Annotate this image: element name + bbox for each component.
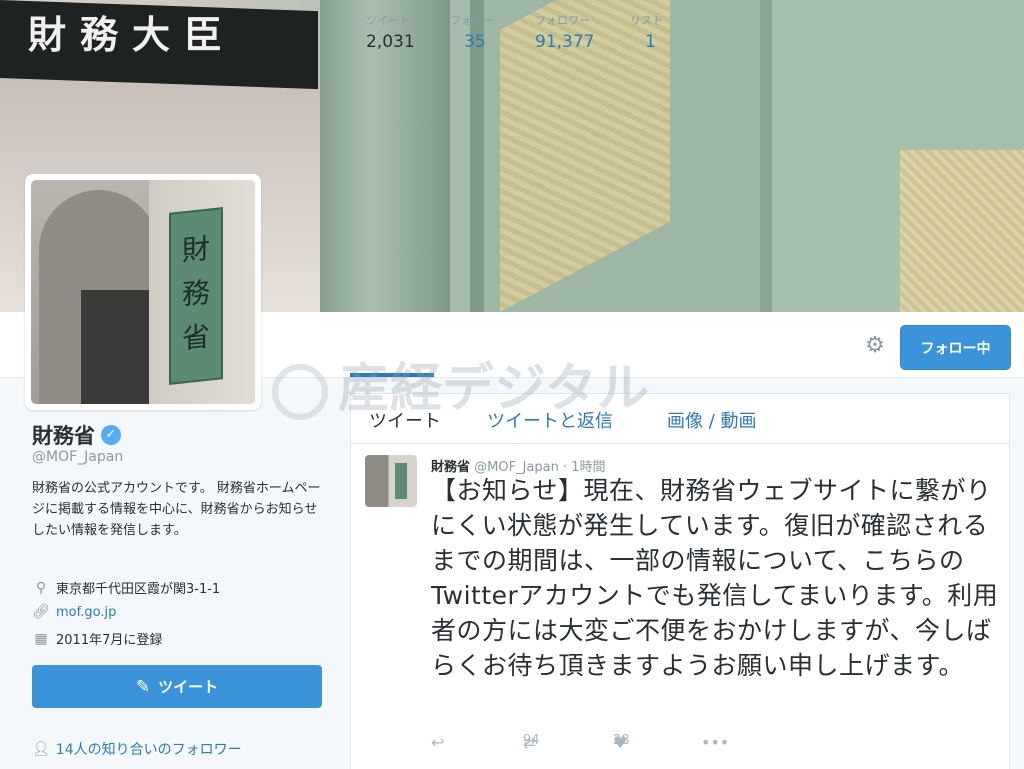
stat-following[interactable]: フォロー 35 — [450, 12, 494, 52]
stat-label: フォロー — [450, 14, 494, 27]
profile-url-link[interactable]: mof.go.jp — [56, 605, 116, 620]
joined-text: 2011年7月に登録 — [56, 633, 163, 648]
compose-tweet-icon: ✎ — [135, 676, 151, 697]
profile-name-text: 財務省 — [32, 424, 95, 448]
location-pin-icon: ⚲ — [35, 579, 47, 596]
avatar-plaque: 財務省 — [169, 207, 223, 385]
followers-you-know-text: 14人の知り合いのフォロワー — [55, 742, 242, 758]
person-icon: 👤︎ — [32, 741, 50, 757]
tab-tweets[interactable]: ツイート — [369, 407, 441, 433]
tweet-avatar-plaque — [395, 463, 407, 499]
stat-value: 1 — [645, 32, 656, 52]
tweet-avatar[interactable] — [365, 455, 417, 507]
avatar-doorway — [81, 290, 151, 404]
stat-label: フォロワー — [535, 14, 590, 27]
tweet[interactable]: 財務省 @MOF_Japan · 1時間 【お知らせ】現在、財務省ウェブサイトに… — [351, 445, 1009, 752]
profile-bio: 財務省の公式アカウントです。 財務省ホームページに掲載する情報を中心に、財務省か… — [32, 481, 321, 538]
stat-value: 2,031 — [366, 32, 415, 52]
profile-joined: ▦ 2011年7月に登録 — [32, 629, 163, 649]
profile-location: ⚲ 東京都千代田区霞が関3-1-1 — [32, 578, 221, 598]
stat-label: リスト — [630, 14, 663, 27]
stat-tweets[interactable]: ツイート 2,031 — [366, 12, 415, 52]
timeline: ツイート ツイートと返信 画像 / 動画 財務省 @MOF_Japan · 1時… — [350, 393, 1010, 769]
profile-name: 財務省 ✓ — [32, 420, 121, 450]
compose-tweet-label: ツイート — [158, 678, 219, 696]
following-button[interactable]: フォロー中 — [900, 325, 1011, 370]
like-count: 28 — [613, 733, 630, 748]
stat-value: 91,377 — [535, 32, 595, 52]
avatar-photo: 財務省 — [31, 180, 255, 404]
timeline-tabs: ツイート ツイートと返信 画像 / 動画 — [351, 394, 1009, 444]
verified-badge-icon: ✓ — [101, 425, 121, 445]
location-text: 東京都千代田区霞が関3-1-1 — [56, 582, 221, 597]
tab-tweets-and-replies[interactable]: ツイートと返信 — [487, 407, 613, 433]
profile-url[interactable]: 🔗︎ mof.go.jp — [32, 604, 116, 620]
gear-icon[interactable]: ⚙ — [863, 334, 887, 358]
compose-tweet-button[interactable]: ✎ ツイート — [32, 665, 322, 708]
tab-media[interactable]: 画像 / 動画 — [667, 407, 757, 433]
stat-lists[interactable]: リスト 1 — [630, 12, 663, 52]
followers-you-know-link[interactable]: 👤︎ 14人の知り合いのフォロワー — [32, 739, 242, 759]
active-stat-underline — [350, 373, 434, 377]
stat-followers[interactable]: フォロワー 91,377 — [535, 12, 594, 52]
retweet-count: 94 — [523, 733, 540, 748]
banner-glass-right — [900, 150, 1024, 312]
stat-value: 35 — [464, 32, 486, 52]
link-icon: 🔗︎ — [32, 604, 50, 620]
tweet-text: 【お知らせ】現在、財務省ウェブサイトに繋がりにくい状態が発生しています。復旧が確… — [431, 476, 999, 680]
profile-screen-name[interactable]: @MOF_Japan — [32, 449, 123, 465]
calendar-icon: ▦ — [34, 630, 48, 647]
banner-sign-text: 財務大臣 — [28, 12, 237, 57]
profile-avatar[interactable]: 財務省 — [25, 174, 261, 410]
stat-label: ツイート — [366, 14, 410, 27]
